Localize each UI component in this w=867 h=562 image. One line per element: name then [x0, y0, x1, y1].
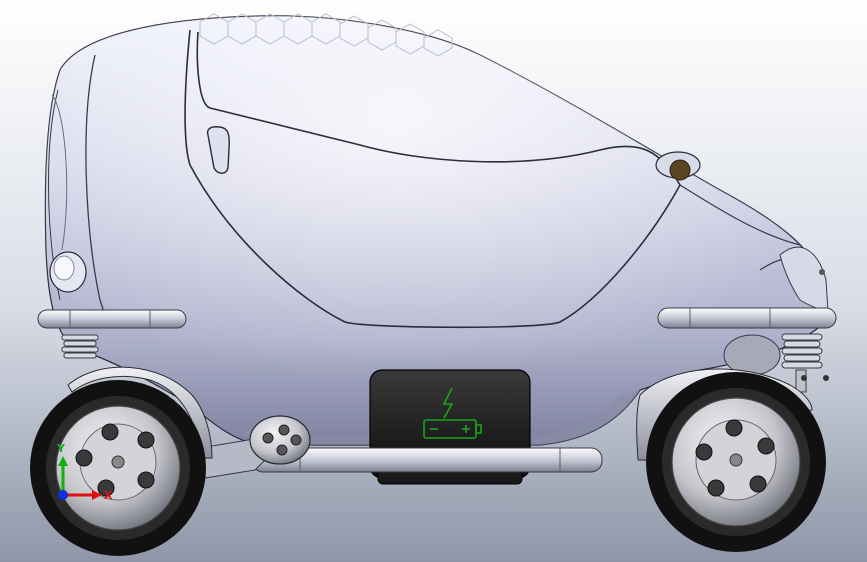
rear-suspension-spring — [61, 334, 99, 359]
front-bumper — [657, 307, 837, 329]
rear-bumper — [37, 309, 187, 329]
front-wheel[interactable] — [646, 372, 826, 552]
rear-hub-motor — [249, 415, 311, 465]
cad-viewport[interactable]: Y X — [0, 0, 867, 562]
tail-light — [49, 251, 87, 293]
triad-x-label: X — [104, 489, 113, 502]
front-suspension-spring — [781, 333, 823, 393]
triad-z-origin — [58, 490, 68, 500]
rear-wheel[interactable] — [30, 380, 206, 556]
triad-y-label: Y — [56, 442, 66, 455]
front-sensor — [819, 269, 825, 275]
front-mount-bolts — [801, 375, 829, 381]
